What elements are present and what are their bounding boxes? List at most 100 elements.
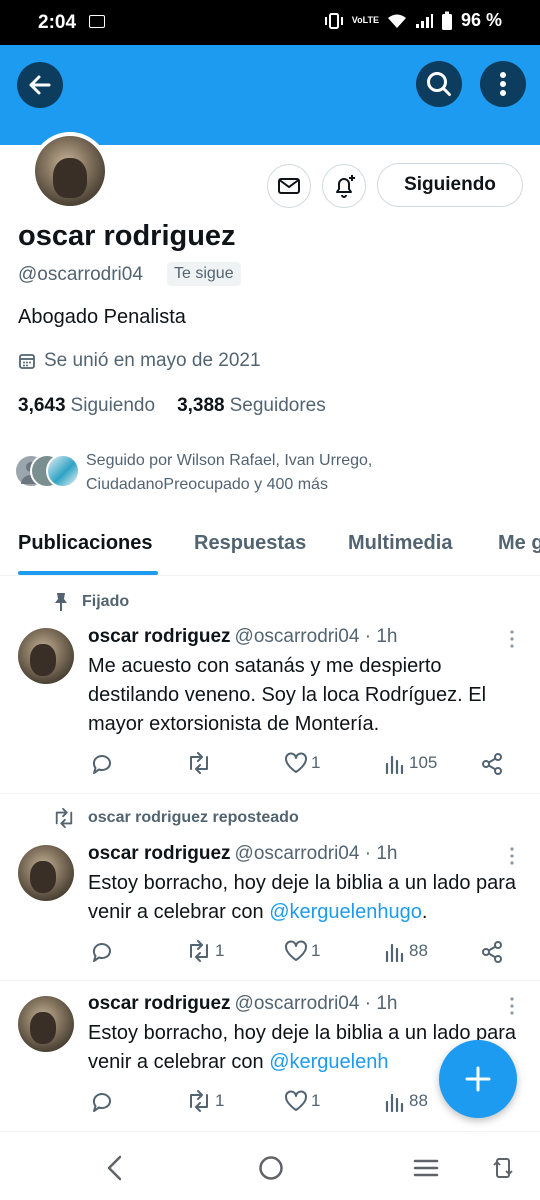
like-count: 1 bbox=[311, 941, 321, 960]
repost-context: oscar rodriguez reposteado bbox=[52, 808, 299, 828]
views-chart-icon bbox=[385, 943, 404, 962]
reply-button[interactable] bbox=[90, 940, 114, 964]
signal-icon bbox=[415, 13, 433, 28]
post-header: oscar rodriguez @oscarrodri04 · 1h bbox=[88, 843, 397, 865]
view-count: 88 bbox=[409, 941, 428, 960]
nav-home-icon[interactable] bbox=[258, 1155, 284, 1181]
post[interactable]: oscar rodriguez reposteado oscar rodrigu… bbox=[0, 795, 540, 981]
back-button[interactable] bbox=[17, 62, 63, 108]
tab-publicaciones[interactable]: Publicaciones bbox=[18, 532, 153, 555]
post-avatar[interactable] bbox=[18, 996, 74, 1052]
tab-multimedia[interactable]: Multimedia bbox=[348, 532, 452, 555]
post-header: oscar rodriguez @oscarrodri04 · 1h bbox=[88, 993, 397, 1015]
post-text: Me acuesto con satanás y me despierto de… bbox=[88, 655, 487, 735]
more-options-button[interactable] bbox=[480, 61, 526, 107]
profile-handle: @oscarrodri04 bbox=[18, 264, 143, 285]
compose-button[interactable] bbox=[439, 1040, 517, 1118]
arrow-left-icon bbox=[29, 75, 51, 95]
calendar-icon bbox=[19, 354, 35, 369]
view-count: 88 bbox=[409, 1091, 428, 1110]
followers-label: Seguidores bbox=[229, 395, 326, 416]
status-icons: VoLTE 96 % bbox=[324, 10, 502, 31]
profile-avatar[interactable] bbox=[31, 132, 109, 210]
heart-icon bbox=[285, 940, 307, 961]
post[interactable]: Fijado oscar rodriguez @oscarrodri04 · 1h… bbox=[0, 576, 540, 794]
views-chart-icon bbox=[385, 755, 404, 774]
like-button[interactable]: 1 bbox=[284, 752, 320, 774]
like-button[interactable]: 1 bbox=[284, 1090, 320, 1112]
view-count: 105 bbox=[409, 753, 438, 772]
post-handle-time: @oscarrodri04 · 1h bbox=[234, 843, 398, 864]
system-nav-bar bbox=[0, 1135, 540, 1200]
post-more-icon[interactable] bbox=[506, 628, 518, 650]
post-more-icon[interactable] bbox=[506, 845, 518, 867]
mention-link[interactable]: @kerguelenh bbox=[269, 1051, 388, 1073]
pin-icon bbox=[55, 593, 67, 611]
follows-you-badge: Te sigue bbox=[167, 262, 241, 286]
envelope-icon bbox=[278, 178, 300, 194]
post-avatar[interactable] bbox=[18, 845, 74, 901]
tab-respuestas[interactable]: Respuestas bbox=[194, 532, 306, 555]
followers-stat[interactable]: 3,388 Seguidores bbox=[177, 395, 326, 417]
profile-name: oscar rodriguez bbox=[18, 220, 236, 252]
status-bar: 2:04 VoLTE 96 % bbox=[0, 0, 540, 45]
post-author: oscar rodriguez bbox=[88, 843, 231, 864]
followed-by-text: Seguido por Wilson Rafael, Ivan Urrego, … bbox=[86, 452, 373, 493]
reply-button[interactable] bbox=[90, 752, 114, 776]
repost-icon bbox=[190, 940, 208, 962]
wifi-icon bbox=[387, 14, 406, 28]
followed-by[interactable]: Seguido por Wilson Rafael, Ivan Urrego, … bbox=[14, 449, 534, 499]
status-time: 2:04 bbox=[38, 12, 77, 33]
post-actions: 1 1 88 bbox=[88, 940, 508, 966]
notifications-button[interactable] bbox=[322, 164, 366, 208]
nav-recents-icon[interactable] bbox=[413, 1155, 439, 1181]
profile-banner bbox=[0, 45, 540, 145]
repost-count: 1 bbox=[215, 1091, 225, 1110]
share-icon bbox=[482, 941, 502, 963]
search-button[interactable] bbox=[416, 61, 462, 107]
share-button[interactable] bbox=[480, 940, 504, 964]
like-count: 1 bbox=[311, 753, 321, 772]
reply-icon bbox=[92, 943, 111, 962]
follow-stats: 3,643 Siguiendo 3,388 Seguidores bbox=[18, 395, 326, 417]
post-more-icon[interactable] bbox=[506, 995, 518, 1017]
reply-icon bbox=[92, 755, 111, 774]
nav-back-icon[interactable] bbox=[104, 1155, 126, 1181]
following-count: 3,643 bbox=[18, 395, 66, 416]
repost-button[interactable]: 1 bbox=[186, 1090, 224, 1112]
repost-button[interactable] bbox=[186, 752, 215, 774]
following-stat[interactable]: 3,643 Siguiendo bbox=[18, 395, 155, 417]
post-author: oscar rodriguez bbox=[88, 993, 231, 1014]
following-label: Siguiendo bbox=[70, 395, 156, 416]
repost-icon bbox=[55, 808, 73, 828]
sim-icon bbox=[89, 15, 105, 28]
mention-link[interactable]: @kerguelenhugo bbox=[269, 901, 422, 923]
post-actions: 1 105 bbox=[88, 752, 508, 778]
following-button[interactable]: Siguiendo bbox=[377, 163, 523, 207]
tab-me-gusta[interactable]: Me g bbox=[498, 532, 540, 555]
post-avatar[interactable] bbox=[18, 628, 74, 684]
repost-count: 1 bbox=[215, 941, 225, 960]
post-header: oscar rodriguez @oscarrodri04 · 1h bbox=[88, 626, 397, 648]
views-button[interactable]: 88 bbox=[384, 940, 428, 962]
reply-button[interactable] bbox=[90, 1090, 114, 1114]
message-button[interactable] bbox=[267, 164, 311, 208]
reply-icon bbox=[92, 1093, 111, 1112]
views-button[interactable]: 105 bbox=[384, 752, 437, 774]
battery-level: 96 % bbox=[460, 10, 502, 30]
repost-button[interactable]: 1 bbox=[186, 940, 224, 962]
battery-icon bbox=[441, 11, 452, 30]
bell-plus-icon bbox=[336, 175, 355, 198]
like-button[interactable]: 1 bbox=[284, 940, 320, 962]
views-button[interactable]: 88 bbox=[384, 1090, 428, 1112]
profile-tabs: Publicaciones Respuestas Multimedia Me g bbox=[0, 520, 540, 576]
volte-icon: VoLTE bbox=[351, 15, 379, 25]
rotate-screen-icon[interactable] bbox=[492, 1155, 514, 1181]
share-button[interactable] bbox=[480, 752, 504, 776]
post-handle-time: @oscarrodri04 · 1h bbox=[234, 626, 398, 647]
search-icon bbox=[427, 72, 451, 96]
plus-icon bbox=[465, 1066, 491, 1092]
views-chart-icon bbox=[385, 1093, 404, 1112]
tab-indicator bbox=[18, 571, 158, 575]
repost-icon bbox=[190, 1090, 208, 1112]
